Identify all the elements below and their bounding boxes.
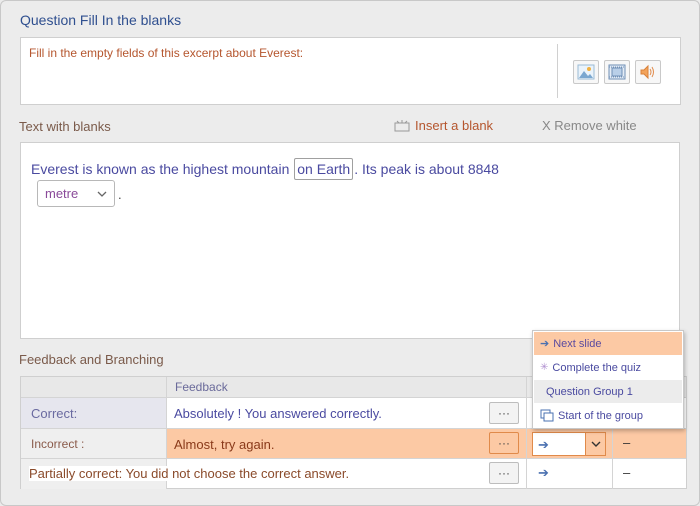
video-icon xyxy=(608,64,626,80)
menu-item-label: Question Group 1 xyxy=(546,385,633,398)
menu-item-complete-quiz[interactable]: ✳ Complete the quiz xyxy=(534,356,682,379)
extra-cell-partial: – xyxy=(613,459,686,489)
arrow-right-icon: ➔ xyxy=(540,338,550,350)
dash-text: – xyxy=(623,465,631,480)
feedback-options-button[interactable]: ··· xyxy=(489,462,519,484)
feedback-title: Feedback and Branching xyxy=(19,352,164,367)
question-text: Fill in the empty fields of this excerpt… xyxy=(29,46,304,60)
feedback-options-button[interactable]: ··· xyxy=(489,432,519,454)
editor-text-part2: . Its peak is about 8848 xyxy=(354,161,499,177)
menu-item-label: Complete the quiz xyxy=(552,361,642,374)
menu-item-start-of-group[interactable]: Start of the group xyxy=(534,404,682,427)
arrow-right-icon: ➔ xyxy=(538,437,549,452)
question-text-box[interactable]: Fill in the empty fields of this excerpt… xyxy=(20,37,681,105)
feedback-text-incorrect[interactable]: Almost, try again. xyxy=(174,437,274,452)
branch-cell-partial: ➔ xyxy=(527,459,613,489)
editor-period: . xyxy=(118,187,122,202)
copy-icon xyxy=(540,409,554,422)
partially-correct-text[interactable]: Partially correct: You did not choose th… xyxy=(29,466,350,481)
insert-blank-icon xyxy=(394,119,410,131)
video-button[interactable] xyxy=(604,60,630,84)
audio-button[interactable] xyxy=(635,60,661,84)
question-title: Question Fill In the blanks xyxy=(20,12,182,28)
feedback-text-correct[interactable]: Absolutely ! You answered correctly. xyxy=(174,406,382,421)
dropdown-toggle[interactable] xyxy=(585,433,605,455)
insert-blank-label: Insert a blank xyxy=(415,118,494,133)
menu-item-label: Start of the group xyxy=(558,409,643,422)
editor-text-part1: Everest is known as the highest mountain xyxy=(31,161,294,177)
row-label-correct: Correct: xyxy=(21,398,167,429)
chevron-down-icon xyxy=(97,191,107,197)
remove-white-button[interactable]: X Remove white xyxy=(542,118,637,133)
text-editor[interactable]: Everest is known as the highest mountain… xyxy=(20,142,680,339)
unit-dropdown[interactable]: metre xyxy=(37,180,115,207)
menu-item-next-slide[interactable]: ➔ Next slide xyxy=(534,332,682,355)
menu-item-question-group[interactable]: Question Group 1 xyxy=(534,380,682,403)
branch-dropdown[interactable]: ➔ xyxy=(532,432,606,456)
divider xyxy=(557,44,558,98)
branch-cell-incorrect: ➔ xyxy=(527,429,613,459)
feedback-column-header: Feedback xyxy=(167,377,527,398)
insert-blank-button[interactable]: Insert a blank xyxy=(394,118,493,133)
feedback-options-button[interactable]: ··· xyxy=(489,402,519,424)
extra-cell-incorrect: – xyxy=(613,429,686,459)
audio-icon xyxy=(640,64,654,80)
row-label-incorrect: Incorrect : xyxy=(21,429,167,459)
header-blank xyxy=(21,377,167,398)
feedback-cell-incorrect: Almost, try again. ··· xyxy=(167,429,527,459)
branch-menu: ➔ Next slide ✳ Complete the quiz Questio… xyxy=(532,330,684,429)
text-with-blanks-label: Text with blanks xyxy=(19,119,111,134)
menu-item-label: Next slide xyxy=(553,337,602,350)
unit-dropdown-value: metre xyxy=(45,186,79,201)
feedback-cell-correct: Absolutely ! You answered correctly. ··· xyxy=(167,398,527,429)
sparkle-icon: ✳ xyxy=(540,362,549,373)
image-button[interactable] xyxy=(573,60,599,84)
arrow-right-icon[interactable]: ➔ xyxy=(538,465,549,481)
dash-text: – xyxy=(623,435,631,450)
chevron-down-icon xyxy=(591,441,600,447)
blank-field[interactable]: on Earth xyxy=(294,158,354,180)
editor-line: Everest is known as the highest mountain… xyxy=(31,158,499,180)
image-icon xyxy=(577,64,595,80)
